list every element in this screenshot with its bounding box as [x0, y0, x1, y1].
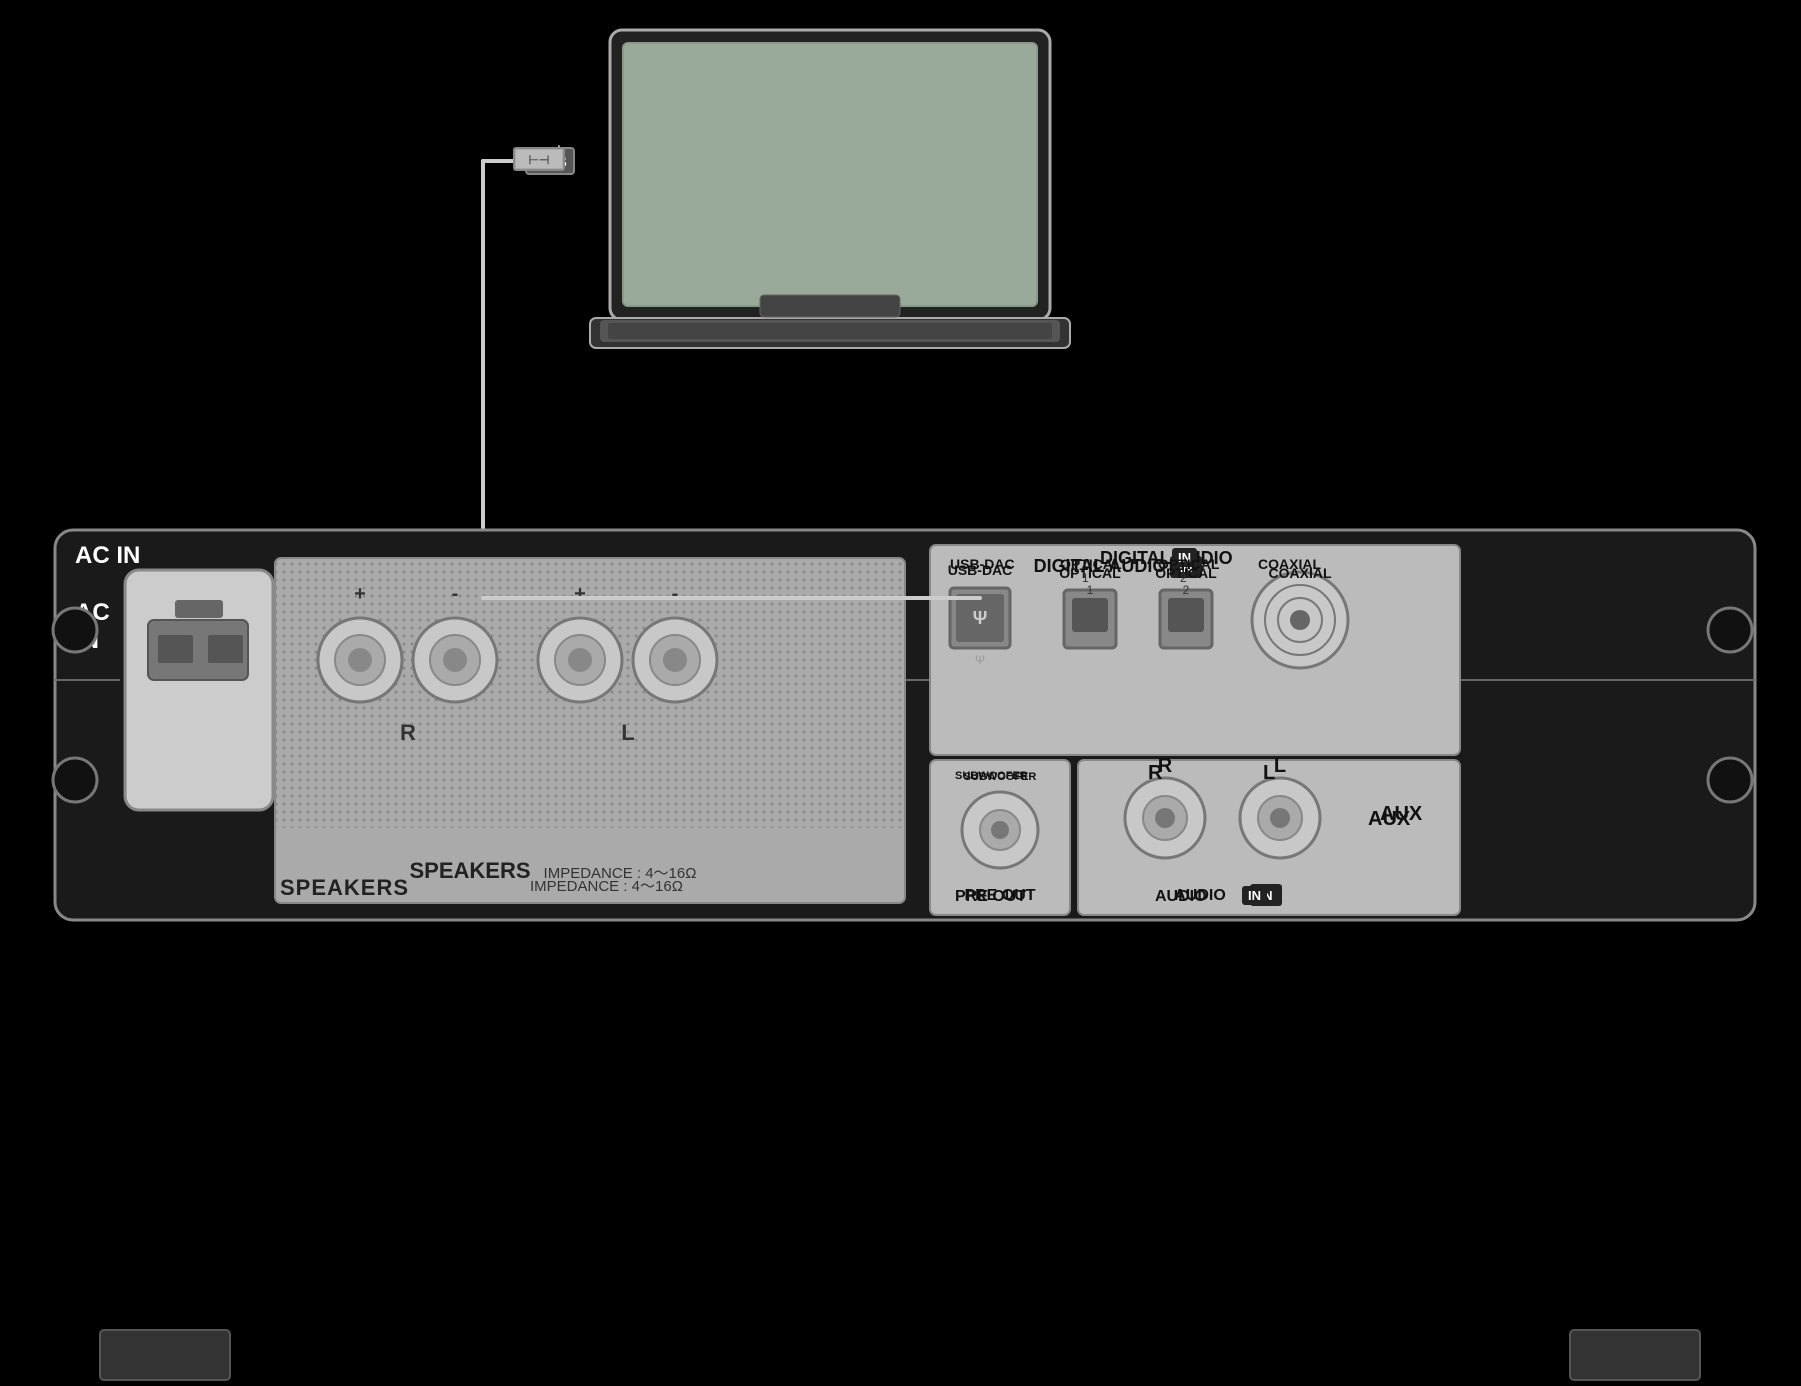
svg-text:L: L — [621, 720, 634, 745]
audio-in-badge: IN — [1242, 886, 1267, 905]
usb-dac-label: USB-DAC — [950, 556, 1015, 572]
svg-text:-: - — [672, 583, 679, 605]
subwoofer-label: SUBWOOFER — [955, 770, 1028, 782]
svg-text:+: + — [574, 583, 586, 605]
svg-text:USB: USB — [533, 154, 567, 171]
svg-text:R: R — [400, 720, 416, 745]
svg-text:Ψ: Ψ — [973, 608, 988, 628]
aux-label: AUX — [1368, 808, 1410, 831]
svg-text:Ψ: Ψ — [975, 653, 985, 667]
svg-text:2: 2 — [1183, 583, 1190, 597]
r-channel-label: R — [1148, 762, 1162, 785]
svg-text:1: 1 — [1087, 583, 1094, 597]
svg-text:SPEAKERS: SPEAKERS — [409, 858, 530, 883]
optical-1-label: OPTICAL — [1060, 556, 1121, 572]
impedance-label: IMPEDANCE : 4～16Ω — [530, 875, 683, 896]
ac-in-label: AC IN — [75, 540, 140, 571]
svg-text:+: + — [354, 583, 366, 605]
speakers-label: SPEAKERS — [280, 875, 409, 901]
optical-1-sublabel: 1 — [1082, 571, 1089, 585]
svg-text:L: L — [1274, 755, 1286, 777]
coaxial-label: COAXIAL — [1258, 556, 1321, 572]
svg-text:AC: AC — [75, 599, 110, 626]
l-channel-label: L — [1263, 762, 1275, 785]
svg-text:⊢⊣: ⊢⊣ — [529, 153, 550, 167]
optical-2-label: OPTICAL — [1158, 556, 1219, 572]
svg-text:-: - — [452, 583, 459, 605]
svg-text:⊣: ⊣ — [538, 140, 562, 171]
audio-in-title: AUDIO — [1155, 888, 1207, 906]
diagram-container: ⊣ USB ⊢⊣ ✦ AC IN — [0, 0, 1801, 1386]
pre-out-label: PRE OUT — [955, 888, 1026, 906]
svg-text:IN: IN — [75, 627, 99, 654]
svg-text:✦: ✦ — [477, 576, 489, 592]
optical-2-sublabel: 2 — [1180, 571, 1187, 585]
